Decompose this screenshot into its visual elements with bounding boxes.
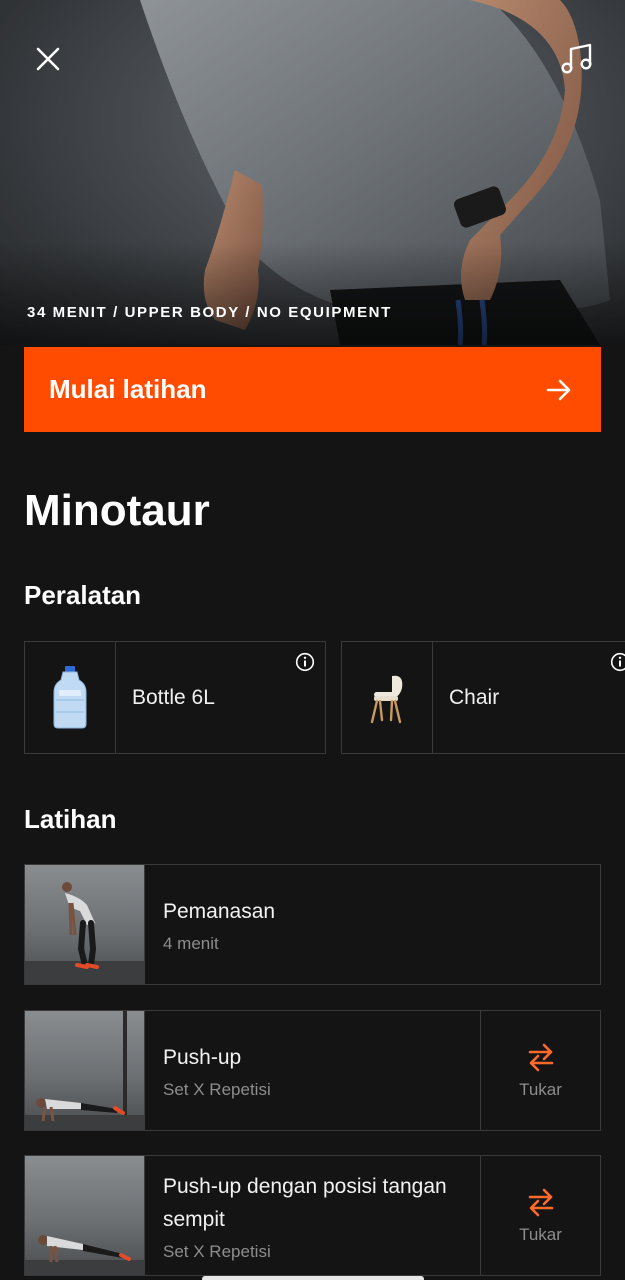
exercises-heading: Latihan <box>24 804 117 834</box>
exercise-row-pushup[interactable]: Push-up Set X Repetisi Tukar <box>24 1010 601 1131</box>
swap-exercise-button[interactable]: Tukar <box>480 1011 600 1130</box>
equipment-thumbnail <box>342 642 433 753</box>
workout-detail-screen: 34 MENIT / UPPER BODY / NO EQUIPMENT Mul… <box>0 0 625 1280</box>
exercise-name: Push-up <box>163 1046 242 1069</box>
equipment-name: Bottle 6L <box>132 685 215 709</box>
exercise-row-warmup[interactable]: Pemanasan 4 menit <box>24 864 601 985</box>
equipment-card-bottle[interactable]: Bottle 6L <box>24 641 326 754</box>
exercise-detail: 4 menit <box>163 934 219 953</box>
exercise-detail: Set X Repetisi <box>163 1241 271 1261</box>
exercise-detail: Set X Repetisi <box>163 1080 271 1099</box>
exercise-thumbnail <box>25 1011 145 1130</box>
home-indicator[interactable] <box>202 1276 424 1280</box>
music-note-icon <box>561 43 592 74</box>
hero-image: 34 MENIT / UPPER BODY / NO EQUIPMENT <box>0 0 625 345</box>
equipment-thumbnail <box>25 642 116 753</box>
exercise-name: Push-up dengan posisi tangan sempit <box>163 1174 447 1231</box>
workout-title: Minotaur <box>24 486 210 535</box>
equipment-name: Chair <box>449 685 500 709</box>
swap-label: Tukar <box>519 1224 562 1244</box>
athlete-photo <box>0 0 625 345</box>
exercise-name: Pemanasan <box>163 900 276 923</box>
close-icon <box>36 47 60 71</box>
exercise-thumbnail <box>25 865 145 984</box>
chair-icon <box>370 675 403 723</box>
start-workout-button[interactable]: Mulai latihan <box>24 347 601 432</box>
pushup-figure-image <box>25 1011 144 1130</box>
info-icon[interactable] <box>295 652 315 672</box>
exercise-row-narrow-pushup[interactable]: Push-up dengan posisi tangan sempit Set … <box>24 1155 601 1276</box>
swap-label: Tukar <box>519 1079 562 1099</box>
close-button[interactable] <box>24 35 72 83</box>
warmup-figure-image <box>25 882 144 984</box>
equipment-card-chair[interactable]: Chair <box>341 641 625 754</box>
info-icon[interactable] <box>610 652 625 672</box>
swap-arrows-icon <box>528 1188 553 1216</box>
workout-meta: 34 MENIT / UPPER BODY / NO EQUIPMENT <box>27 304 392 321</box>
swap-exercise-button[interactable]: Tukar <box>480 1156 600 1275</box>
narrow-pushup-figure-image <box>25 1235 144 1275</box>
water-bottle-icon <box>53 665 87 728</box>
equipment-heading: Peralatan <box>24 580 142 610</box>
exercise-thumbnail <box>25 1156 145 1275</box>
music-button[interactable] <box>553 35 601 83</box>
start-workout-label: Mulai latihan <box>49 374 207 404</box>
swap-arrows-icon <box>528 1043 553 1071</box>
arrow-right-icon <box>546 379 571 400</box>
